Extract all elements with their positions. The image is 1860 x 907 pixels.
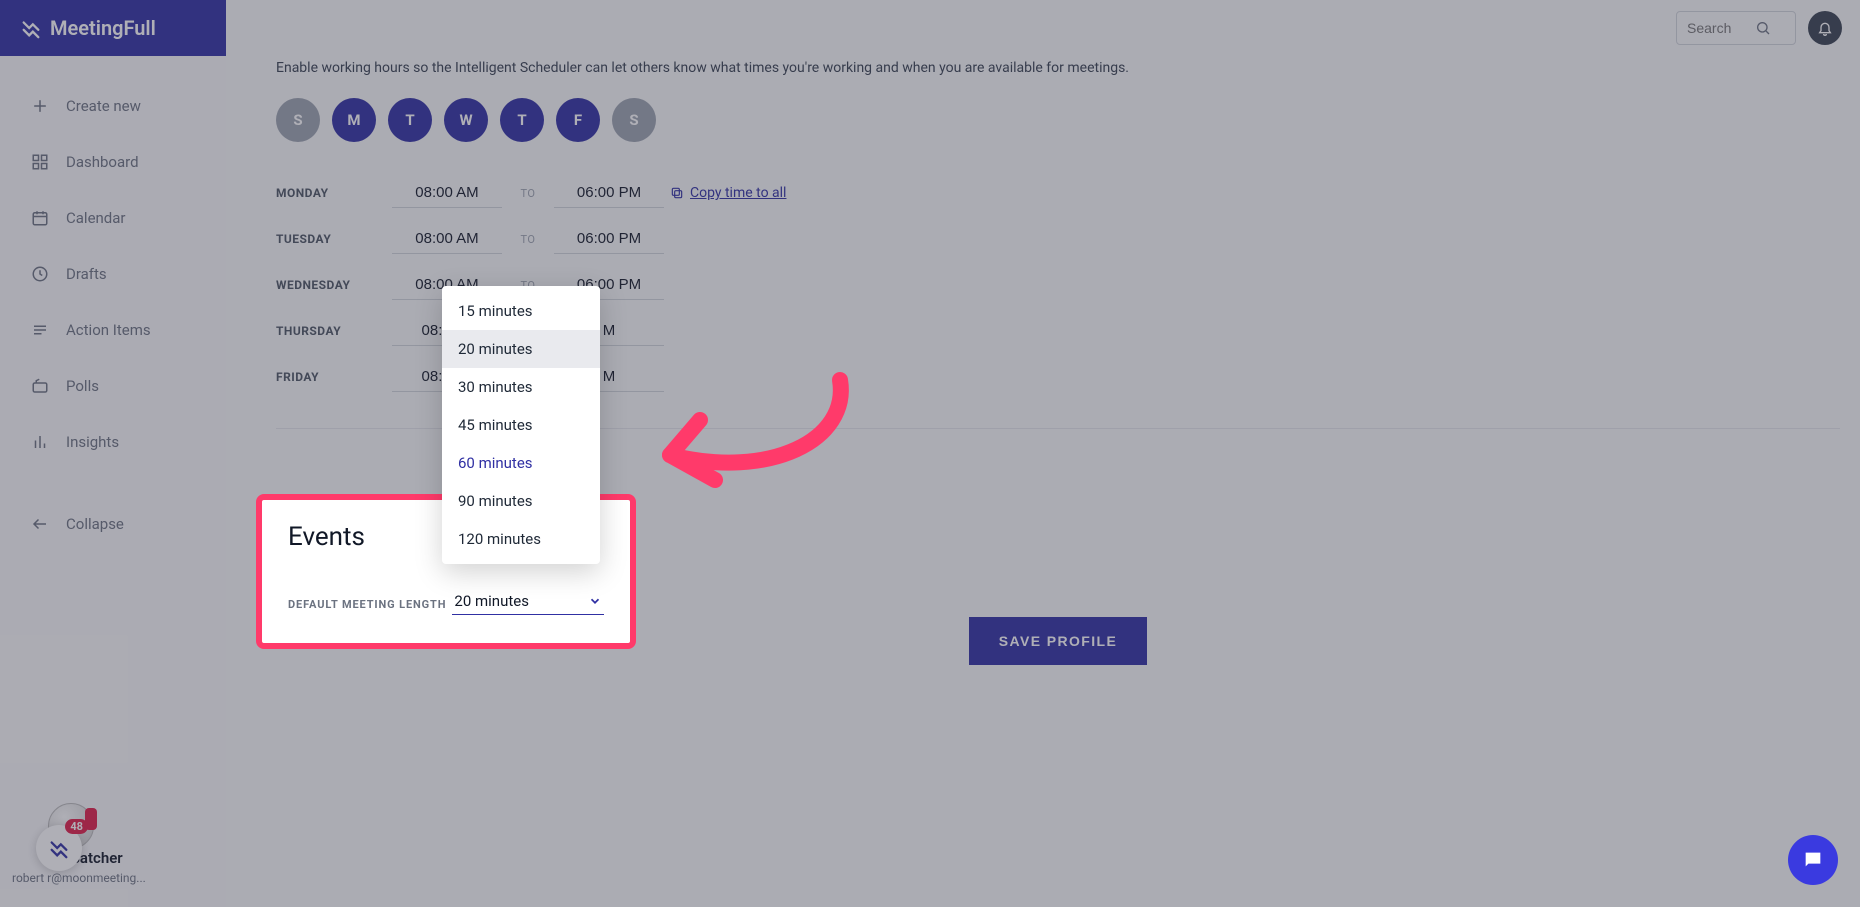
day-chip-6[interactable]: S — [612, 98, 656, 142]
create-new-label: Create new — [66, 97, 141, 115]
day-label: TUESDAY — [276, 232, 386, 246]
day-chip-4[interactable]: T — [500, 98, 544, 142]
meeting-length-option[interactable]: 60 minutes — [442, 444, 600, 482]
calendar-icon — [28, 206, 52, 230]
day-chip-2[interactable]: T — [388, 98, 432, 142]
meeting-length-option[interactable]: 120 minutes — [442, 520, 600, 558]
day-chip-1[interactable]: M — [332, 98, 376, 142]
working-hours-row: TUESDAY TO — [276, 216, 816, 262]
intercom-badge: 48 — [65, 819, 88, 834]
sidebar-item-calendar[interactable]: Calendar — [16, 192, 210, 244]
to-label: TO — [508, 233, 548, 246]
sidebar: MeetingFull Create new Dashboard Calenda… — [0, 0, 226, 907]
sidebar-item-label: Polls — [66, 377, 99, 395]
sidebar-item-polls[interactable]: Polls — [16, 360, 210, 412]
default-meeting-length-label: DEFAULT MEETING LENGTH — [288, 598, 446, 611]
end-time-input[interactable] — [554, 224, 664, 254]
sidebar-item-insights[interactable]: Insights — [16, 416, 210, 468]
day-label: MONDAY — [276, 186, 386, 200]
chat-icon — [1802, 849, 1824, 871]
bell-icon — [1817, 20, 1833, 36]
search-icon — [1755, 20, 1771, 36]
end-time-input[interactable] — [554, 178, 664, 208]
create-new-button[interactable]: Create new — [16, 80, 210, 132]
sidebar-collapse-label: Collapse — [66, 515, 124, 533]
user-email: robert r@moonmeeting... — [12, 871, 214, 885]
meeting-length-dropdown: 15 minutes20 minutes30 minutes45 minutes… — [442, 286, 600, 564]
day-chip-0[interactable]: S — [276, 98, 320, 142]
user-name: t Satcher — [62, 849, 214, 867]
brand-logo[interactable]: MeetingFull — [0, 0, 226, 56]
start-time-input[interactable] — [392, 178, 502, 208]
to-label: TO — [508, 187, 548, 200]
sidebar-nav: Create new Dashboard Calendar Drafts Act… — [0, 56, 226, 837]
sidebar-item-label: Drafts — [66, 265, 107, 283]
default-meeting-length-select[interactable]: 20 minutes — [452, 588, 604, 615]
brand-name: MeetingFull — [50, 16, 156, 40]
copy-time-label: Copy time to all — [690, 185, 786, 201]
avatar: 48 — [48, 803, 94, 849]
day-chip-5[interactable]: F — [556, 98, 600, 142]
sidebar-item-label: Action Items — [66, 321, 151, 339]
brand-logo-icon — [20, 17, 42, 39]
copy-icon — [670, 186, 684, 200]
plus-icon — [28, 94, 52, 118]
day-label: FRIDAY — [276, 370, 386, 384]
meeting-length-option[interactable]: 90 minutes — [442, 482, 600, 520]
list-icon — [28, 318, 52, 342]
sidebar-item-label: Calendar — [66, 209, 126, 227]
day-chip-3[interactable]: W — [444, 98, 488, 142]
day-selector: SMTWTFS — [276, 98, 1840, 142]
meeting-length-option[interactable]: 20 minutes — [442, 330, 600, 368]
clock-icon — [28, 262, 52, 286]
search-box[interactable] — [1676, 11, 1796, 45]
notifications-button[interactable] — [1808, 11, 1842, 45]
dashboard-icon — [28, 150, 52, 174]
sidebar-item-drafts[interactable]: Drafts — [16, 248, 210, 300]
day-label: THURSDAY — [276, 324, 386, 338]
intercom-bubble[interactable]: 48 — [36, 825, 82, 871]
day-label: WEDNESDAY — [276, 278, 386, 292]
brand-mini-icon — [48, 837, 70, 859]
chat-widget-button[interactable] — [1788, 835, 1838, 885]
arrow-left-icon — [28, 512, 52, 536]
sidebar-item-dashboard[interactable]: Dashboard — [16, 136, 210, 188]
meeting-length-option[interactable]: 15 minutes — [442, 292, 600, 330]
sidebar-item-label: Insights — [66, 433, 119, 451]
polls-icon — [28, 374, 52, 398]
chevron-down-icon — [588, 594, 602, 608]
meeting-length-option[interactable]: 30 minutes — [442, 368, 600, 406]
working-hours-row: MONDAY TO Copy time to all — [276, 170, 816, 216]
working-hours-description: Enable working hours so the Intelligent … — [276, 60, 1840, 76]
sidebar-item-action-items[interactable]: Action Items — [16, 304, 210, 356]
insights-icon — [28, 430, 52, 454]
sidebar-collapse-button[interactable]: Collapse — [16, 498, 210, 550]
save-profile-button[interactable]: SAVE PROFILE — [969, 617, 1147, 665]
search-input[interactable] — [1685, 19, 1755, 37]
sidebar-item-label: Dashboard — [66, 153, 139, 171]
user-block[interactable]: 48 t Satcher robert r@moonmeeting... — [0, 837, 226, 897]
copy-time-to-all-link[interactable]: Copy time to all — [670, 185, 820, 201]
start-time-input[interactable] — [392, 224, 502, 254]
meeting-length-option[interactable]: 45 minutes — [442, 406, 600, 444]
default-meeting-length-value: 20 minutes — [454, 592, 529, 610]
topbar — [226, 0, 1860, 56]
